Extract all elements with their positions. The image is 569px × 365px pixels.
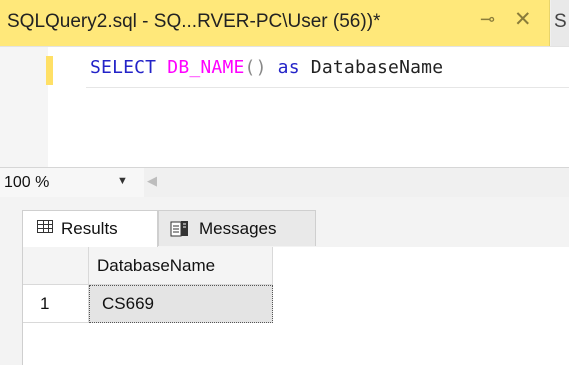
grid-corner-cell[interactable] <box>23 247 89 285</box>
tab-messages[interactable]: Messages <box>158 210 316 246</box>
result-cell[interactable]: CS669 <box>89 285 273 323</box>
grid-icon <box>37 220 53 233</box>
sql-keyword-select: SELECT <box>90 57 157 78</box>
next-tab[interactable]: S <box>551 0 569 46</box>
next-tab-label: S <box>554 11 567 32</box>
results-grid[interactable]: DatabaseName 1 CS669 <box>22 247 569 365</box>
change-indicator <box>46 56 53 85</box>
messages-icon <box>170 221 188 237</box>
results-left-margin <box>0 247 22 365</box>
query-tab[interactable]: SQLQuery2.sql - SQ...RVER-PC\User (56))*… <box>0 0 550 46</box>
editor-gutter <box>0 47 48 167</box>
query-tab-title: SQLQuery2.sql - SQ...RVER-PC\User (56))* <box>7 11 381 32</box>
tab-results[interactable]: Results <box>22 210 158 247</box>
results-tab-strip: Results Messages <box>0 197 569 247</box>
current-line-highlight <box>86 87 569 88</box>
column-header-label: DatabaseName <box>97 256 216 275</box>
document-tab-bar: SQLQuery2.sql - SQ...RVER-PC\User (56))*… <box>0 0 569 47</box>
result-cell-value: CS669 <box>102 294 154 313</box>
zoom-bar: 100 % ▼ ◀ <box>0 167 569 198</box>
sql-line[interactable]: SELECT DB_NAME() as DatabaseName <box>90 57 443 78</box>
sql-keyword-as: as <box>277 57 300 78</box>
row-number: 1 <box>40 294 50 313</box>
zoom-value: 100 % <box>4 174 50 191</box>
sql-function-dbname: DB_NAME <box>167 57 245 78</box>
grid-header-row: DatabaseName <box>23 247 273 285</box>
column-header[interactable]: DatabaseName <box>89 247 273 285</box>
tab-messages-label: Messages <box>199 219 277 238</box>
sql-alias: DatabaseName <box>310 57 444 78</box>
sql-parens: () <box>244 57 267 78</box>
zoom-dropdown[interactable]: 100 % ▼ <box>0 168 144 197</box>
query-editor[interactable]: SELECT DB_NAME() as DatabaseName <box>0 47 569 167</box>
pin-icon[interactable]: ⊸ <box>480 9 495 30</box>
close-icon[interactable]: ✕ <box>514 7 532 32</box>
tab-results-label: Results <box>61 219 118 238</box>
row-number-cell[interactable]: 1 <box>23 285 89 323</box>
chevron-down-icon[interactable]: ▼ <box>117 175 128 187</box>
scroll-left-icon[interactable]: ◀ <box>147 173 157 189</box>
